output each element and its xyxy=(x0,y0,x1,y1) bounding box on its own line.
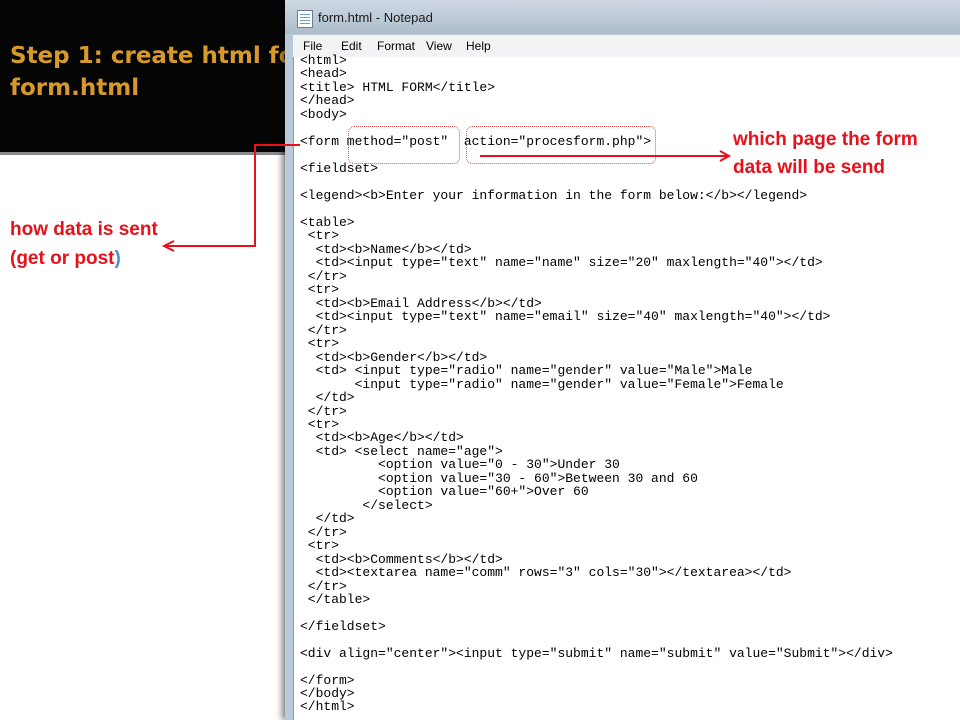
slide-title: Step 1: create html form xyxy=(10,43,330,69)
code-line: <head> xyxy=(300,66,347,81)
method-highlight xyxy=(348,126,460,164)
menu-bar: File Edit Format View Help xyxy=(293,35,960,58)
window-title: form.html - Notepad xyxy=(318,10,433,25)
code-line: <tr> xyxy=(300,228,340,243)
code-line: <div align="center"><input type="submit"… xyxy=(300,646,893,661)
menu-edit[interactable]: Edit xyxy=(341,39,362,53)
code-line: </head> xyxy=(300,93,355,108)
code-line: <td><input type="text" name="name" size=… xyxy=(300,255,823,270)
method-arrow xyxy=(165,144,300,247)
code-line: <td><input type="text" name="email" size… xyxy=(300,309,831,324)
window-titlebar[interactable]: form.html - Notepad xyxy=(285,0,960,34)
code-line: <option value="0 - 30">Under 30 xyxy=(300,457,620,472)
code-line: </fieldset> xyxy=(300,619,386,634)
method-arrowhead xyxy=(161,240,175,252)
action-highlight xyxy=(466,126,656,164)
code-line: <input type="radio" name="gender" value=… xyxy=(300,377,784,392)
method-annotation-line1: how data is sent xyxy=(10,219,158,240)
code-line: <td><b>Age</b></td> xyxy=(300,430,464,445)
notepad-window: form.html - Notepad File Edit Format Vie… xyxy=(285,0,960,720)
code-line: <tr> xyxy=(300,538,340,553)
code-line: <tr> xyxy=(300,336,340,351)
code-line: </html> xyxy=(300,699,355,714)
method-annotation-paren: ) xyxy=(114,248,121,269)
menu-help[interactable]: Help xyxy=(466,39,491,53)
code-line: <legend><b>Enter your information in the… xyxy=(300,188,808,203)
menu-view[interactable]: View xyxy=(426,39,452,53)
action-annotation-line2: data will be send xyxy=(733,157,886,178)
action-annotation-line1: which page the form xyxy=(733,129,918,150)
method-annotation-text: (get or post xyxy=(10,248,115,269)
code-line: <tr> xyxy=(300,282,340,297)
code-line: <fieldset> xyxy=(300,161,379,176)
code-line: <td><textarea name="comm" rows="3" cols=… xyxy=(300,565,792,580)
method-annotation-line2: (get or post) xyxy=(10,246,121,271)
slide-subtitle: form.html xyxy=(10,75,140,101)
code-line: </table> xyxy=(300,592,371,607)
code-line: </td> xyxy=(300,511,355,526)
code-line: </td> xyxy=(300,390,355,405)
code-line: <option value="60+">Over 60 xyxy=(300,484,589,499)
notepad-icon xyxy=(297,10,313,28)
code-line: <td> <input type="radio" name="gender" v… xyxy=(300,363,753,378)
code-line: <body> xyxy=(300,107,347,122)
menu-format[interactable]: Format xyxy=(377,39,415,53)
menu-file[interactable]: File xyxy=(303,39,322,53)
